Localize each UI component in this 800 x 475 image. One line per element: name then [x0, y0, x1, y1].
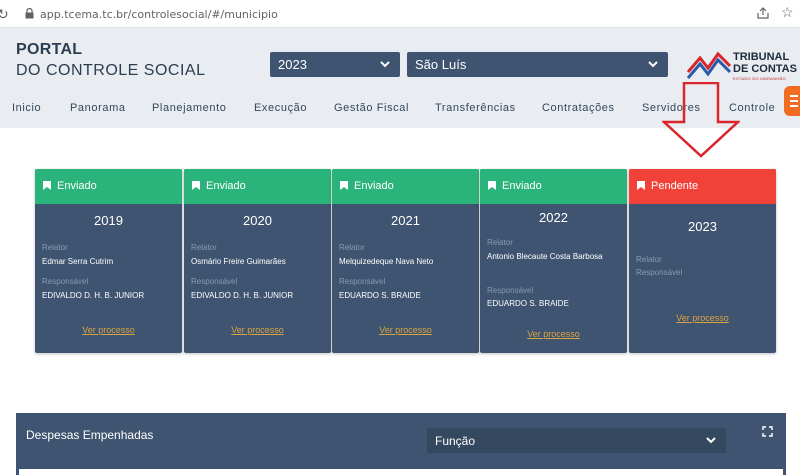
ver-processo-link[interactable]: Ver processo — [35, 325, 182, 335]
responsavel-name: EDIVALDO D. H. B. JUNIOR — [191, 291, 294, 300]
browser-toolbar: ↻ app.tcema.tc.br/controlesocial/#/munic… — [0, 0, 800, 28]
relator-name: Osmário Freire Guimarães — [191, 257, 286, 266]
relator-name: Edmar Serra Cutrim — [42, 257, 114, 266]
year-select[interactable]: 2023 — [270, 52, 400, 77]
card-year: 2019 — [94, 213, 123, 228]
status-badge: Pendente — [629, 169, 776, 204]
logo-subtitle: ESTADO DO MARANHÃO — [733, 76, 786, 81]
relator-label: Relator — [42, 243, 68, 252]
ver-processo-link[interactable]: Ver processo — [332, 325, 479, 335]
responsavel-label: Responsável — [42, 277, 89, 286]
status-badge: Enviado — [332, 169, 479, 204]
funcao-select[interactable]: Função — [427, 428, 726, 453]
responsavel-label: Responsável — [636, 268, 683, 277]
bookmark-icon — [43, 181, 51, 190]
relator-label: Relator — [487, 238, 513, 247]
responsavel-name: EDIVALDO D. H. B. JUNIOR — [42, 291, 145, 300]
nav-execucao[interactable]: Execução — [254, 102, 307, 114]
city-select-value: São Luís — [415, 57, 467, 72]
bookmark-icon — [192, 181, 200, 190]
process-card-2021: Enviado 2021 Relator Melquizedeque Nava … — [332, 169, 479, 353]
status-label: Enviado — [354, 180, 394, 192]
relator-label: Relator — [636, 255, 662, 264]
nav-planejamento[interactable]: Planejamento — [152, 102, 226, 114]
status-label: Enviado — [57, 180, 97, 192]
bookmark-icon — [488, 181, 496, 190]
status-badge: Enviado — [480, 169, 627, 204]
address-bar[interactable]: app.tcema.tc.br/controlesocial/#/municip… — [40, 8, 278, 21]
ver-processo-link[interactable]: Ver processo — [629, 313, 776, 323]
status-badge: Enviado — [184, 169, 331, 204]
process-card-2019: Enviado 2019 Relator Edmar Serra Cutrim … — [35, 169, 182, 353]
nav-gestao-fiscal[interactable]: Gestão Fiscal — [334, 102, 409, 114]
nav-contratacoes[interactable]: Contratações — [542, 102, 615, 114]
panel-title: Despesas Empenhadas — [26, 428, 154, 442]
process-card-2023: Pendente 2023 Relator Responsável Ver pr… — [629, 169, 776, 353]
bookmark-icon — [340, 181, 348, 190]
card-year: 2021 — [391, 213, 420, 228]
relator-name: Antonio Blecaute Costa Barbosa — [487, 252, 603, 261]
status-badge: Enviado — [35, 169, 182, 204]
bookmark-icon — [637, 181, 645, 190]
process-card-2020: Enviado 2020 Relator Osmário Freire Guim… — [184, 169, 331, 353]
logo-title-2: DE CONTAS — [733, 63, 797, 75]
ver-processo-link[interactable]: Ver processo — [184, 325, 331, 335]
card-year: 2020 — [243, 213, 272, 228]
reload-icon[interactable]: ↻ — [0, 6, 9, 23]
nav-inicio[interactable]: Inicio — [12, 102, 41, 114]
lock-icon[interactable] — [25, 8, 34, 19]
portal-title[interactable]: PORTAL — [16, 41, 82, 59]
card-year: 2023 — [688, 219, 717, 234]
side-menu-toggle[interactable] — [784, 86, 800, 116]
portal-subtitle[interactable]: DO CONTROLE SOCIAL — [16, 62, 205, 80]
logo-title-1: TRIBUNAL — [733, 51, 790, 63]
chevron-down-icon — [706, 437, 716, 444]
expand-icon[interactable] — [762, 426, 773, 437]
relator-name: Melquizedeque Nava Neto — [339, 257, 434, 266]
relator-label: Relator — [339, 243, 365, 252]
responsavel-name: EDUARDO S. BRAIDE — [487, 299, 569, 308]
relator-label: Relator — [191, 243, 217, 252]
share-icon[interactable] — [757, 7, 769, 19]
status-label: Enviado — [206, 180, 246, 192]
responsavel-label: Responsável — [339, 277, 386, 286]
nav-transferencias[interactable]: Transferências — [435, 102, 516, 114]
red-arrow-annotation — [662, 82, 740, 158]
responsavel-label: Responsável — [487, 286, 534, 295]
chevron-down-icon — [380, 61, 390, 68]
panel-content-area — [19, 469, 783, 475]
process-card-2022: Enviado 2022 Relator Antonio Blecaute Co… — [480, 169, 627, 353]
despesas-panel: Despesas Empenhadas Função — [16, 413, 786, 475]
chevron-down-icon — [648, 61, 658, 68]
responsavel-name: EDUARDO S. BRAIDE — [339, 291, 421, 300]
nav-panorama[interactable]: Panorama — [70, 102, 126, 114]
status-label: Pendente — [651, 180, 699, 192]
year-select-value: 2023 — [278, 57, 307, 72]
city-select[interactable]: São Luís — [407, 52, 668, 77]
status-label: Enviado — [502, 180, 542, 192]
responsavel-label: Responsável — [191, 277, 238, 286]
card-year: 2022 — [539, 210, 568, 225]
ver-processo-link[interactable]: Ver processo — [480, 329, 627, 339]
funcao-select-value: Função — [435, 434, 476, 448]
bookmark-star-icon[interactable]: ☆ — [781, 4, 794, 21]
